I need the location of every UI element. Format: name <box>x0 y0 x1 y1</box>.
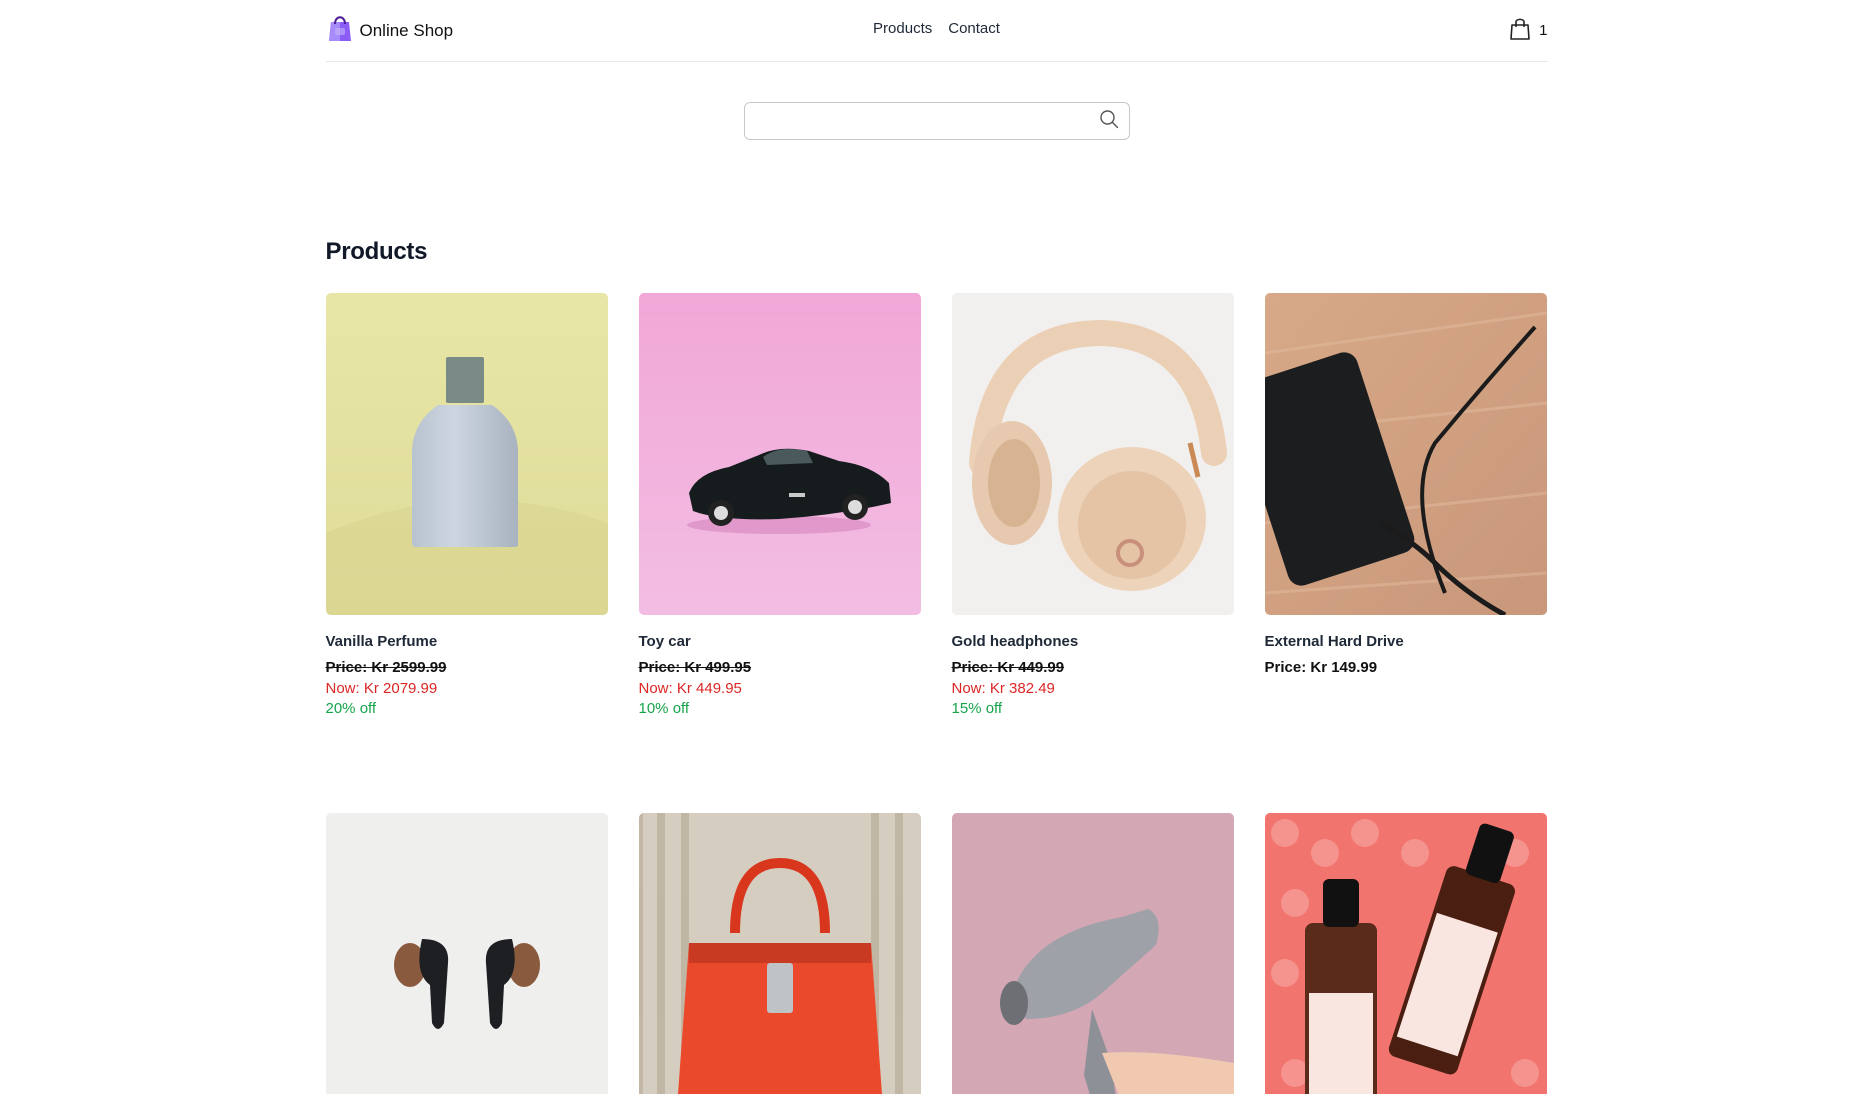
product-price: Price: Kr 149.99 <box>1264 659 1378 676</box>
product-card[interactable]: External Hard Drive Price: Kr 149.99 <box>1264 293 1547 717</box>
product-name[interactable]: External Hard Drive <box>1265 633 1547 650</box>
product-card[interactable]: Toy car Price: Kr 499.95 Now: Kr 449.95 … <box>638 293 921 717</box>
discount-label: 10% off <box>638 700 690 717</box>
product-image-serum[interactable] <box>1264 813 1547 1094</box>
original-price: Price: Kr 499.95 <box>638 659 752 676</box>
product-name[interactable]: Gold headphones <box>952 633 1234 650</box>
product-card[interactable]: Gold headphones Price: Kr 449.99 Now: Kr… <box>951 293 1234 717</box>
discount-label: 15% off <box>951 700 1003 717</box>
sale-price: Now: Kr 449.95 <box>638 680 742 697</box>
product-card[interactable] <box>1264 813 1547 1094</box>
main-nav: Products Contact <box>873 20 1000 37</box>
sale-price: Now: Kr 382.49 <box>951 680 1055 697</box>
product-card[interactable] <box>951 813 1234 1094</box>
original-price: Price: Kr 449.99 <box>951 659 1065 676</box>
section-title: Products <box>325 238 428 265</box>
nav-products-link[interactable]: Products <box>873 20 932 37</box>
search-icon[interactable] <box>1099 109 1119 134</box>
product-image-hair-dryer[interactable] <box>951 813 1234 1094</box>
shopping-bag-icon <box>1509 17 1531 45</box>
sale-price: Now: Kr 2079.99 <box>325 680 438 697</box>
product-image-hard-drive[interactable] <box>1264 293 1547 615</box>
cart-button[interactable]: 1 <box>1509 17 1548 45</box>
product-image-toy-car[interactable] <box>638 293 921 615</box>
product-image-perfume[interactable] <box>325 293 608 615</box>
product-card[interactable] <box>638 813 921 1094</box>
cart-count: 1 <box>1539 22 1548 39</box>
discount-label: 20% off <box>325 700 377 717</box>
product-image-earbuds[interactable] <box>325 813 608 1094</box>
product-grid: Vanilla Perfume Price: Kr 2599.99 Now: K… <box>325 293 1548 1094</box>
brand-name: Online Shop <box>359 20 454 40</box>
product-name[interactable]: Toy car <box>639 633 921 650</box>
product-card[interactable]: Vanilla Perfume Price: Kr 2599.99 Now: K… <box>325 293 608 717</box>
product-image-handbag[interactable] <box>638 813 921 1094</box>
nav-contact-link[interactable]: Contact <box>948 20 1000 37</box>
search-box <box>743 102 1130 140</box>
site-header: Online Shop Products Contact 1 <box>325 0 1548 62</box>
original-price: Price: Kr 2599.99 <box>325 659 447 676</box>
brand-link[interactable]: Online Shop <box>326 13 454 48</box>
shopping-bag-logo-icon <box>326 13 354 48</box>
product-card[interactable] <box>325 813 608 1094</box>
product-image-headphones[interactable] <box>951 293 1234 615</box>
product-name[interactable]: Vanilla Perfume <box>326 633 608 650</box>
search-input[interactable] <box>754 112 1099 130</box>
